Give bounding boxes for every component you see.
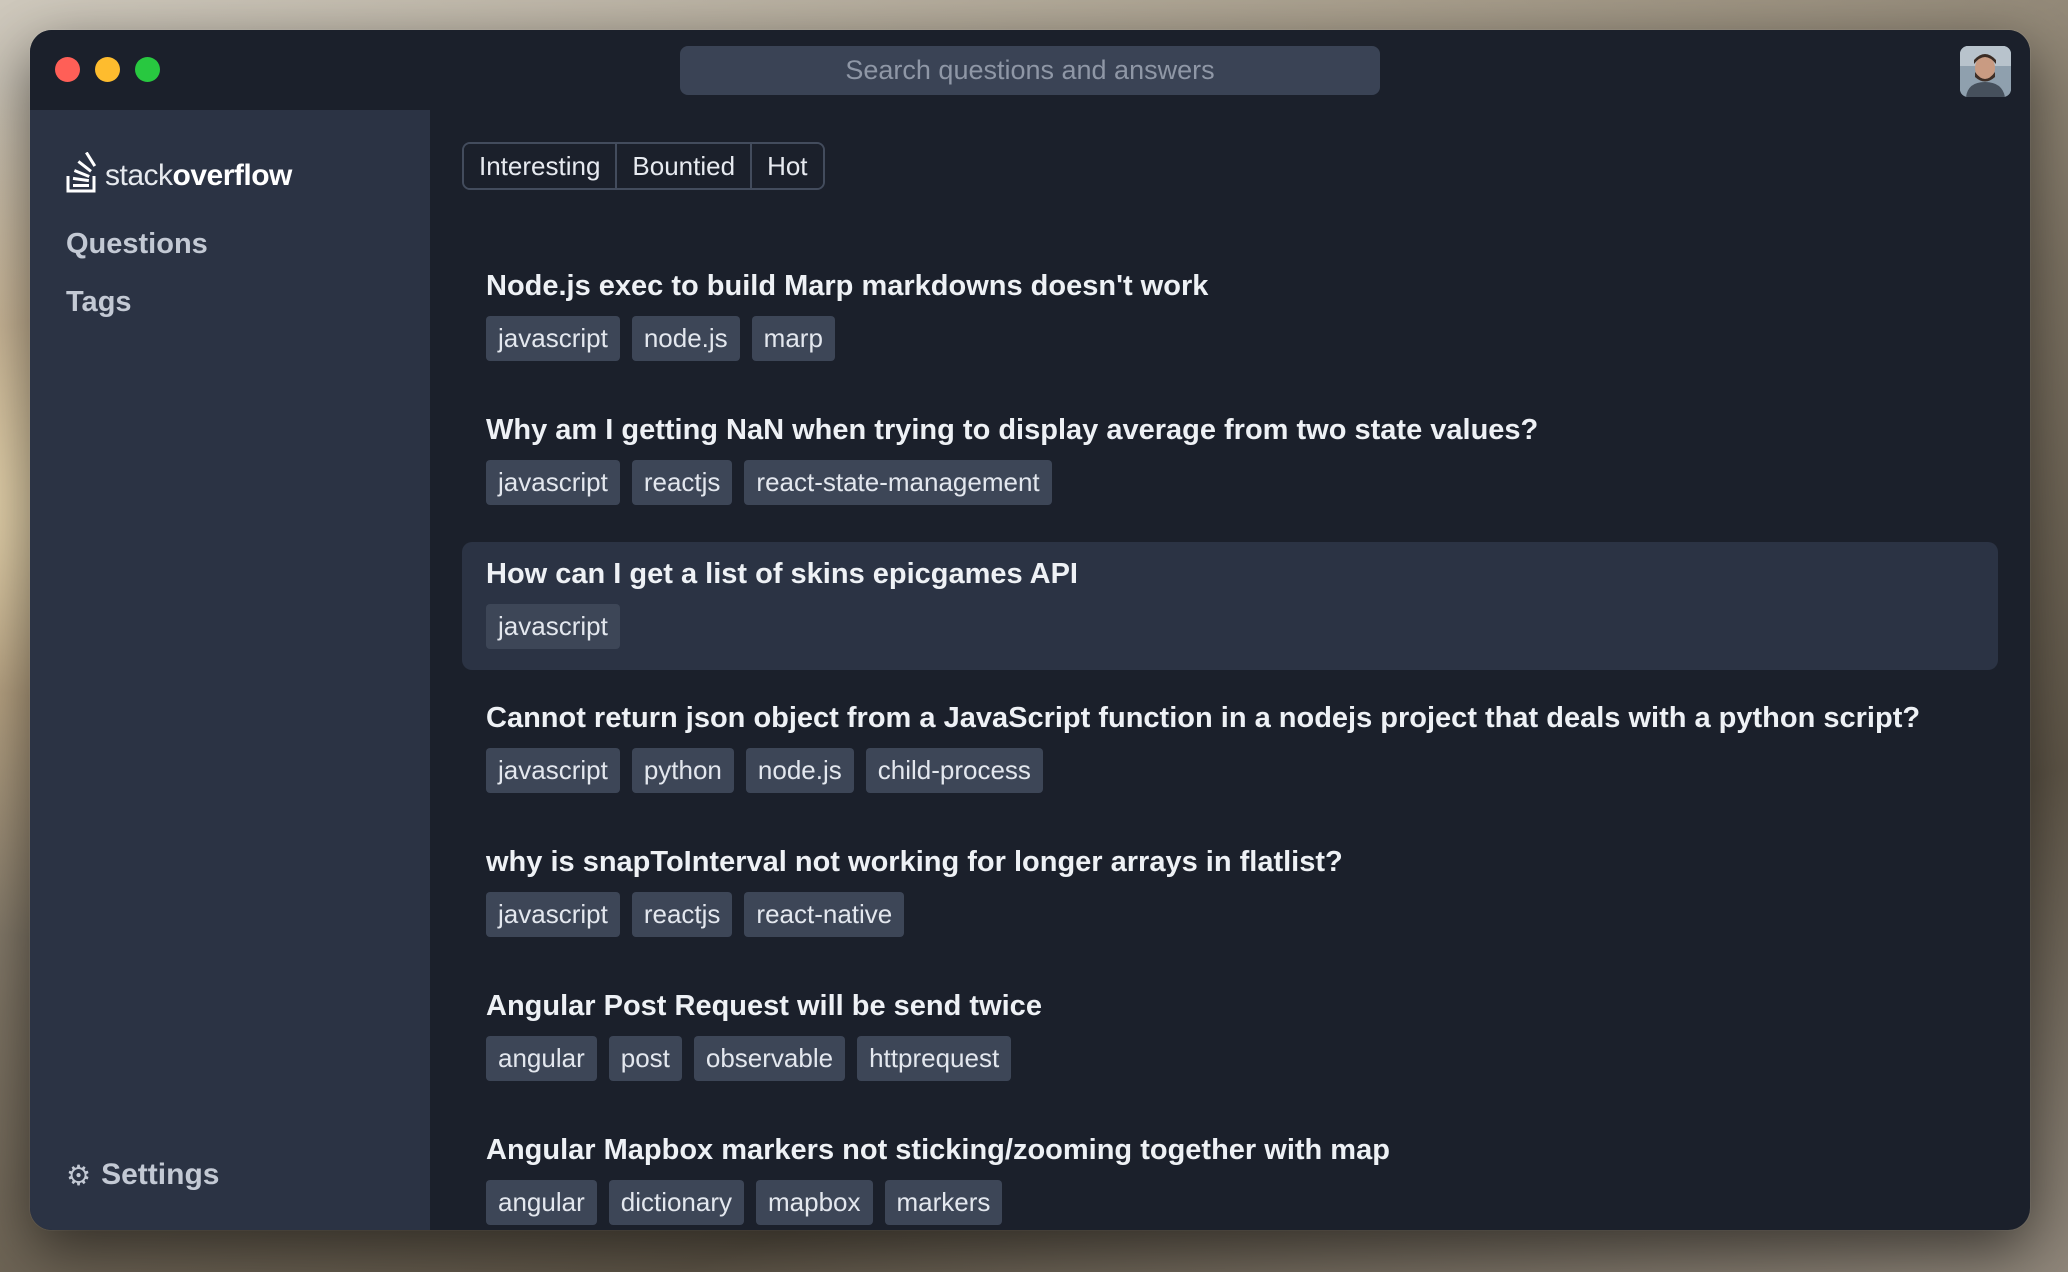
question-item[interactable]: Angular Mapbox markers not sticking/zoom…	[462, 1118, 1998, 1230]
tag-list: javascript node.js marp	[486, 316, 1974, 361]
question-title[interactable]: Angular Mapbox markers not sticking/zoom…	[486, 1130, 1974, 1170]
question-item[interactable]: Node.js exec to build Marp markdowns doe…	[462, 254, 1998, 382]
question-title[interactable]: Why am I getting NaN when trying to disp…	[486, 410, 1974, 450]
settings-label: Settings	[101, 1158, 220, 1191]
close-window-button[interactable]	[55, 57, 80, 82]
tag[interactable]: javascript	[486, 892, 620, 937]
tag[interactable]: javascript	[486, 604, 620, 649]
tab-bountied[interactable]: Bountied	[615, 144, 751, 188]
sidebar-item-tags[interactable]: Tags	[66, 286, 132, 319]
avatar[interactable]	[1960, 46, 2011, 97]
tag[interactable]: node.js	[631, 316, 740, 361]
tag-list: javascript reactjs react-state-managemen…	[486, 460, 1974, 505]
tag[interactable]: react-state-management	[744, 460, 1052, 505]
question-item-selected[interactable]: How can I get a list of skins epicgames …	[462, 542, 1998, 670]
sidebar-item-questions[interactable]: Questions	[66, 228, 208, 261]
tag[interactable]: post	[608, 1036, 682, 1081]
tab-hot[interactable]: Hot	[750, 144, 823, 188]
tag[interactable]: markers	[884, 1180, 1003, 1225]
sidebar: stackoverflow Questions Tags ⚙ Settings	[30, 110, 430, 1230]
tag-list: angular post observable httprequest	[486, 1036, 1974, 1081]
question-item[interactable]: Cannot return json object from a JavaScr…	[462, 686, 1998, 814]
question-item[interactable]: why is snapToInterval not working for lo…	[462, 830, 1998, 958]
tag[interactable]: marp	[751, 316, 835, 361]
tag[interactable]: reactjs	[631, 892, 733, 937]
tag[interactable]: observable	[693, 1036, 846, 1081]
zoom-window-button[interactable]	[135, 57, 160, 82]
question-title[interactable]: why is snapToInterval not working for lo…	[486, 842, 1974, 882]
tag-list: javascript python node.js child-process	[486, 748, 1974, 793]
question-title[interactable]: Angular Post Request will be send twice	[486, 986, 1974, 1026]
tag[interactable]: javascript	[486, 460, 620, 505]
tag-list: angular dictionary mapbox markers	[486, 1180, 1974, 1225]
tag[interactable]: node.js	[745, 748, 854, 793]
tab-interesting[interactable]: Interesting	[464, 144, 616, 188]
app-window: stackoverflow Questions Tags ⚙ Settings …	[30, 30, 2030, 1230]
tag[interactable]: reactjs	[631, 460, 733, 505]
tag[interactable]: javascript	[486, 316, 620, 361]
settings-button[interactable]: ⚙ Settings	[66, 1158, 219, 1192]
question-title[interactable]: Node.js exec to build Marp markdowns doe…	[486, 266, 1974, 306]
tag[interactable]: mapbox	[756, 1180, 873, 1225]
tag[interactable]: angular	[486, 1036, 597, 1081]
question-title[interactable]: How can I get a list of skins epicgames …	[486, 554, 1974, 594]
question-title[interactable]: Cannot return json object from a JavaScr…	[486, 698, 1974, 738]
gear-icon: ⚙	[66, 1159, 92, 1191]
tag[interactable]: javascript	[486, 748, 620, 793]
filter-tabs: Interesting Bountied Hot	[462, 142, 825, 190]
question-item[interactable]: Why am I getting NaN when trying to disp…	[462, 398, 1998, 526]
stackoverflow-logo[interactable]: stackoverflow	[65, 151, 292, 199]
stackoverflow-logo-icon	[65, 151, 99, 199]
tag[interactable]: react-native	[744, 892, 905, 937]
question-item[interactable]: Angular Post Request will be send twice …	[462, 974, 1998, 1102]
tag[interactable]: dictionary	[608, 1180, 745, 1225]
tag[interactable]: child-process	[865, 748, 1043, 793]
main-content: Interesting Bountied Hot Node.js exec to…	[430, 110, 2030, 1230]
tag[interactable]: angular	[486, 1180, 597, 1225]
minimize-window-button[interactable]	[95, 57, 120, 82]
tag[interactable]: httprequest	[857, 1036, 1012, 1081]
titlebar	[30, 30, 2030, 110]
logo-text: stackoverflow	[105, 158, 292, 192]
tag[interactable]: python	[631, 748, 734, 793]
tag-list: javascript reactjs react-native	[486, 892, 1974, 937]
search-input[interactable]	[680, 46, 1380, 95]
tag-list: javascript	[486, 604, 1974, 649]
